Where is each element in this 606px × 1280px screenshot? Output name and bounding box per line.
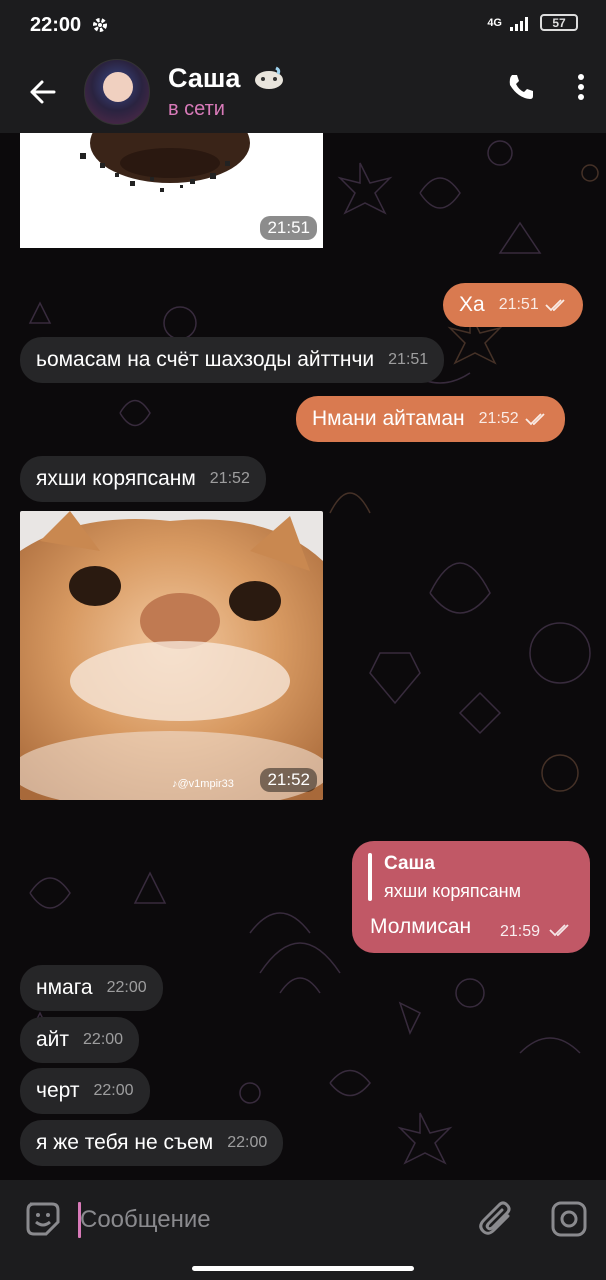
double-check-icon <box>548 924 569 937</box>
video-message[interactable]: ♪@v1mpir33 21:52 <box>20 511 323 800</box>
reply-indicator <box>368 853 372 901</box>
message-time: 21:52 <box>478 410 519 427</box>
status-indicators: 4G 57 <box>487 14 578 31</box>
chat-title-block[interactable]: Саша в сети <box>168 63 286 121</box>
outgoing-reply-message[interactable]: Саша яхши коряпсанм Молмисан 21:59 <box>352 841 590 953</box>
message-text: Ха <box>459 293 485 316</box>
signal-icon <box>510 16 528 31</box>
status-bar: 22:00 4G 57 <box>0 0 606 50</box>
battery-icon: 57 <box>540 14 578 31</box>
chat-area[interactable]: 21:51 Ха 21:51 ьомасам на счёт шахзоды а… <box>0 133 606 1180</box>
message-composer: Сообщение <box>0 1180 606 1280</box>
incoming-message[interactable]: я же тебя не съем 22:00 <box>20 1120 284 1166</box>
message-time: 21:52 <box>209 470 250 487</box>
online-status: в сети <box>168 97 225 120</box>
message-text: айт <box>36 1028 70 1051</box>
incoming-message[interactable]: яхши коряпсанм 21:52 <box>20 456 266 502</box>
message-text: Нмани айтаман <box>312 407 465 430</box>
message-text: нмага <box>36 976 93 999</box>
contact-name: Саша <box>168 62 241 93</box>
message-time: 22:00 <box>93 1082 134 1099</box>
message-time: 21:51 <box>388 351 429 368</box>
message-text: я же тебя не съем <box>36 1131 214 1154</box>
attach-icon[interactable] <box>478 1200 514 1238</box>
phone-icon[interactable] <box>506 72 536 102</box>
quoted-text: яхши коряпсанм <box>384 881 521 901</box>
incoming-message[interactable]: черт 22:00 <box>20 1068 150 1114</box>
gear-icon <box>93 18 108 32</box>
cat-image <box>20 511 323 800</box>
message-text: Молмисан <box>370 915 472 938</box>
message-time: 21:51 <box>260 216 317 240</box>
outgoing-message[interactable]: Нмани айтаман 21:52 <box>296 396 565 442</box>
camera-icon[interactable] <box>550 1200 588 1238</box>
back-button[interactable] <box>0 50 84 133</box>
double-check-icon <box>525 413 545 426</box>
avatar[interactable] <box>84 58 150 125</box>
chat-header: Саша в сети <box>0 50 606 133</box>
video-watermark: ♪@v1mpir33 <box>172 778 234 790</box>
double-check-icon <box>545 299 565 312</box>
message-time: 22:00 <box>83 1031 124 1048</box>
message-time: 21:59 <box>500 923 541 940</box>
message-time-row: 21:59 <box>500 923 573 941</box>
incoming-message[interactable]: айт 22:00 <box>20 1017 140 1063</box>
home-indicator <box>192 1266 414 1271</box>
photo-message[interactable]: 21:51 <box>20 133 323 248</box>
battery-level: 57 <box>552 15 566 30</box>
incoming-message[interactable]: ьомасам на счёт шахзоды айттнчи 21:51 <box>20 337 445 383</box>
more-vertical-icon[interactable] <box>576 72 586 102</box>
outgoing-message[interactable]: Ха 21:51 <box>443 283 583 327</box>
message-text: яхши коряпсанм <box>36 467 196 490</box>
status-time: 22:00 <box>30 13 82 36</box>
message-input[interactable]: Сообщение <box>80 1206 211 1234</box>
emoji-sticker-icon[interactable] <box>24 1200 62 1238</box>
message-text: черт <box>36 1079 80 1102</box>
incoming-message[interactable]: нмага 22:00 <box>20 965 163 1011</box>
message-time: 21:51 <box>498 296 539 313</box>
emoji-status-icon <box>254 66 283 89</box>
arrow-left-icon <box>30 80 56 103</box>
network-type: 4G <box>487 16 502 29</box>
message-time: 21:52 <box>260 768 317 792</box>
message-time: 22:00 <box>227 1134 268 1151</box>
message-time: 22:00 <box>106 979 147 996</box>
message-text: ьомасам на счёт шахзоды айттнчи <box>36 348 375 371</box>
quoted-author: Саша <box>384 853 435 874</box>
chat-title: Саша <box>168 63 286 94</box>
